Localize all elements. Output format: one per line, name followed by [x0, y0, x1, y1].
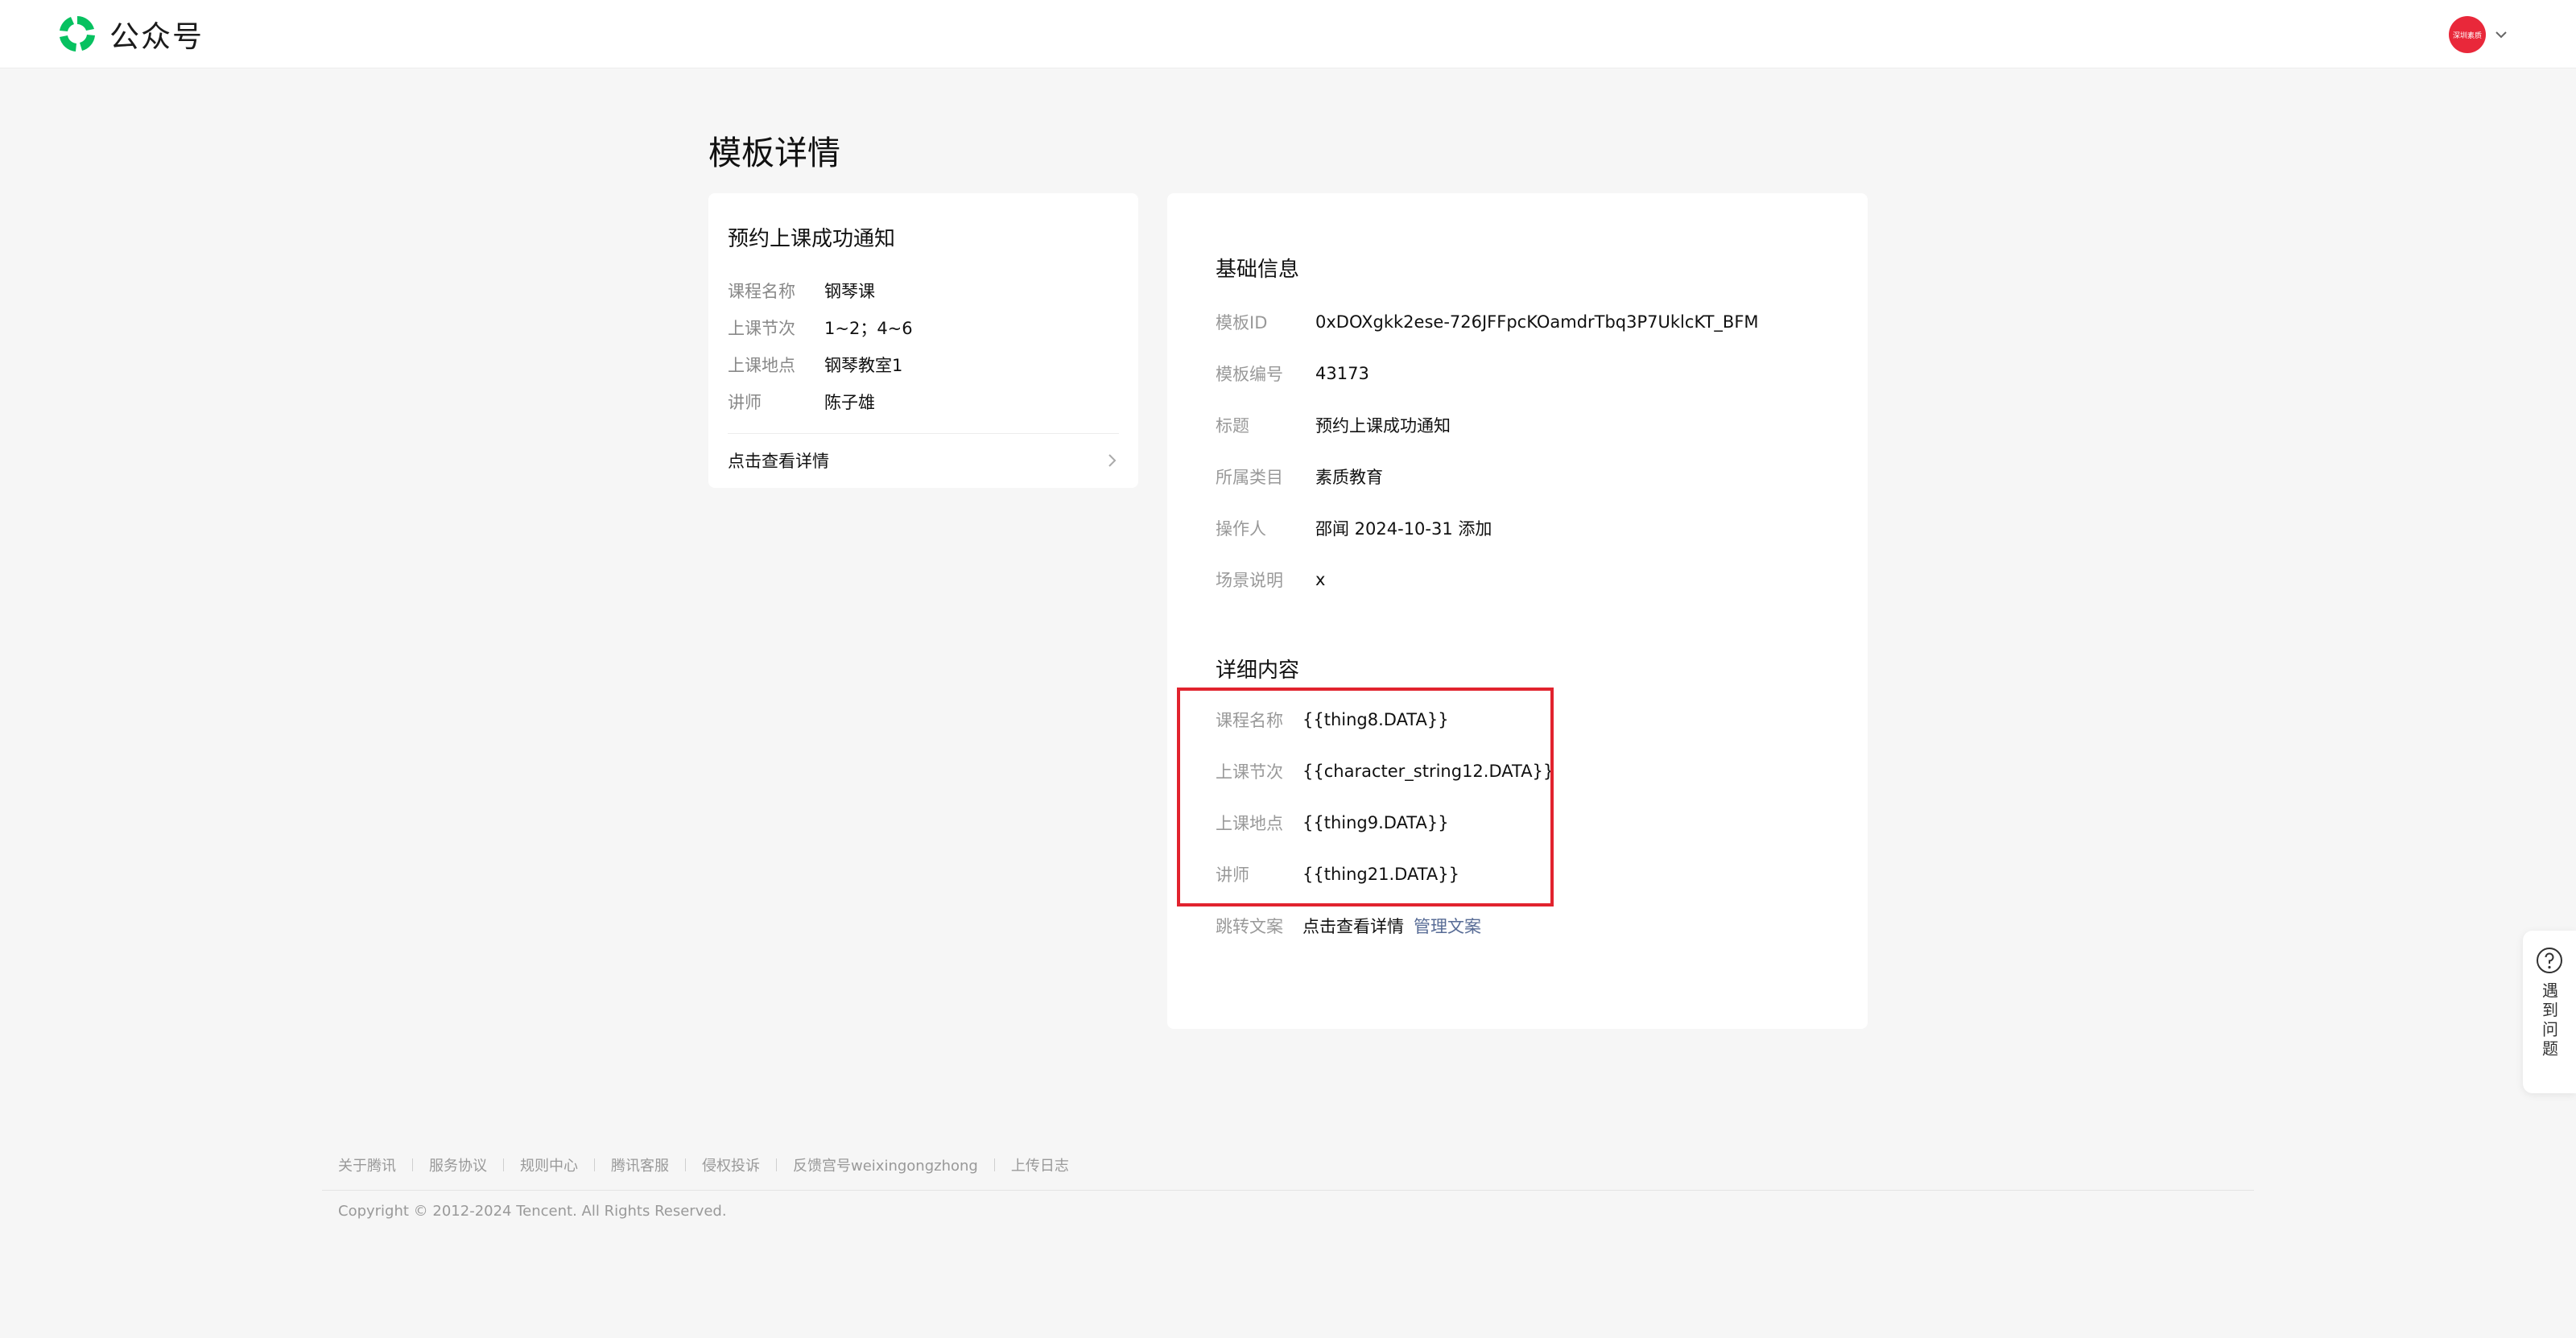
- wechat-official-account-logo-icon: [60, 16, 95, 52]
- detail-content-title: 详细内容: [1216, 659, 1300, 683]
- info-row-template-number: 模板编号 43173: [1216, 348, 1759, 399]
- preview-row: 上课地点 钢琴教室1: [728, 346, 913, 383]
- info-row-value: 43173: [1315, 364, 1369, 383]
- preview-row-value: 1~2；4~6: [824, 319, 913, 338]
- chevron-down-icon[interactable]: [2492, 26, 2510, 43]
- footer-separator: [594, 1158, 595, 1171]
- footer-separator: [685, 1158, 686, 1171]
- page-title: 模板详情: [708, 134, 840, 172]
- top-bar: 公众号 深圳素质: [0, 0, 2576, 68]
- footer-links: 关于腾讯 服务协议 规则中心 腾讯客服 侵权投诉 反馈宫号weixingongz…: [338, 1154, 1069, 1175]
- info-row-label: 操作人: [1216, 519, 1266, 539]
- footer-divider: [322, 1190, 2254, 1191]
- preview-row-value: 钢琴教室1: [824, 356, 903, 375]
- footer-link-about[interactable]: 关于腾讯: [338, 1154, 396, 1175]
- footer-link-rules[interactable]: 规则中心: [520, 1154, 578, 1175]
- info-row-label: 标题: [1216, 416, 1249, 436]
- preview-fields: 课程名称 钢琴课 上课节次 1~2；4~6 上课地点 钢琴教室1 讲师 陈子雄: [728, 272, 913, 420]
- preview-title: 预约上课成功通知: [728, 227, 896, 251]
- view-details-label: 点击查看详情: [728, 452, 829, 471]
- info-row-label: 模板编号: [1216, 365, 1283, 384]
- info-row-value: 素质教育: [1315, 468, 1383, 487]
- avatar[interactable]: 深圳素质: [2449, 16, 2486, 53]
- info-row-value: 0xDOXgkk2ese-726JFFpcKOamdrTbq3P7UklcKT_…: [1315, 312, 1759, 332]
- basic-info-list: 模板ID 0xDOXgkk2ese-726JFFpcKOamdrTbq3P7Uk…: [1216, 296, 1759, 605]
- help-label: 遇到问题: [2539, 982, 2559, 1059]
- footer-link-upload-logs[interactable]: 上传日志: [1011, 1154, 1069, 1175]
- footer-separator: [993, 1158, 995, 1171]
- preview-row-label: 上课节次: [728, 319, 795, 338]
- footer-link-service-agreement[interactable]: 服务协议: [429, 1154, 487, 1175]
- info-row-label: 模板ID: [1216, 313, 1268, 332]
- info-row-category: 所属类目 素质教育: [1216, 451, 1759, 502]
- help-button[interactable]: 遇到问题: [2523, 931, 2576, 1093]
- preview-row-label: 课程名称: [728, 282, 795, 301]
- preview-row-value: 钢琴课: [824, 282, 875, 301]
- preview-row: 课程名称 钢琴课: [728, 272, 913, 309]
- copyright: Copyright © 2012-2024 Tencent. All Right…: [338, 1203, 727, 1220]
- chevron-right-icon: [1108, 454, 1117, 467]
- info-row-label: 所属类目: [1216, 468, 1283, 487]
- app-logo[interactable]: 公众号: [56, 13, 204, 55]
- info-row-operator: 操作人 邵闻 2024-10-31 添加: [1216, 502, 1759, 554]
- app-name: 公众号: [109, 19, 204, 54]
- basic-info-title: 基础信息: [1216, 258, 1300, 282]
- detail-row-jump-text: 跳转文案 点击查看详情 管理文案: [1216, 900, 1554, 952]
- preview-row-label: 上课地点: [728, 356, 795, 375]
- question-icon: [2537, 948, 2562, 973]
- manage-copy-link[interactable]: 管理文案: [1414, 914, 1481, 938]
- detail-row-label: 跳转文案: [1216, 917, 1283, 936]
- info-row-value: 预约上课成功通知: [1315, 416, 1451, 436]
- info-row-title: 标题 预约上课成功通知: [1216, 399, 1759, 451]
- view-details-link[interactable]: 点击查看详情: [728, 433, 1119, 487]
- footer-separator: [412, 1158, 413, 1171]
- preview-row-label: 讲师: [728, 393, 762, 412]
- info-row-value: x: [1315, 570, 1326, 589]
- avatar-text: 深圳素质: [2452, 31, 2482, 40]
- footer-link-infringement[interactable]: 侵权投诉: [702, 1154, 760, 1175]
- info-row-value: 邵闻 2024-10-31 添加: [1315, 519, 1492, 539]
- preview-row: 讲师 陈子雄: [728, 383, 913, 420]
- template-preview-card: 预约上课成功通知 课程名称 钢琴课 上课节次 1~2；4~6 上课地点 钢琴教室…: [708, 193, 1138, 488]
- detail-row-value: 点击查看详情: [1302, 917, 1404, 936]
- footer-link-support[interactable]: 腾讯客服: [611, 1154, 669, 1175]
- account-menu[interactable]: 深圳素质: [2449, 16, 2510, 53]
- footer-link-feedback[interactable]: 反馈宫号weixingongzhong: [793, 1154, 978, 1175]
- footer-separator: [776, 1158, 777, 1171]
- footer-separator: [503, 1158, 504, 1171]
- preview-row-value: 陈子雄: [824, 393, 875, 412]
- info-row-template-id: 模板ID 0xDOXgkk2ese-726JFFpcKOamdrTbq3P7Uk…: [1216, 296, 1759, 348]
- preview-row: 上课节次 1~2；4~6: [728, 309, 913, 346]
- highlight-box: [1177, 688, 1554, 906]
- info-row-scenario: 场景说明 x: [1216, 554, 1759, 605]
- info-row-label: 场景说明: [1216, 571, 1283, 590]
